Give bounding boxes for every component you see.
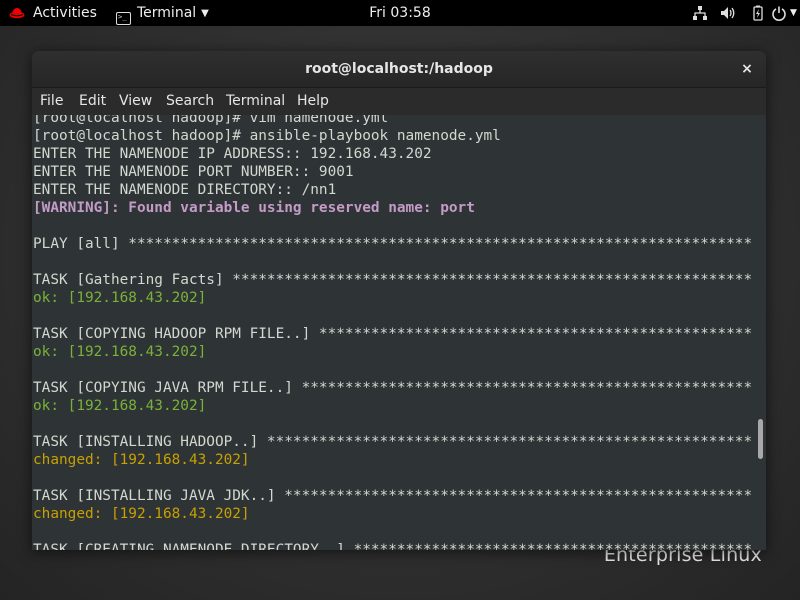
terminal-line: [WARNING]: Found variable using reserved… [33,200,475,216]
battery-icon[interactable] [750,5,766,21]
window-title: root@localhost:/hadoop [305,61,493,77]
redhat-icon [9,8,25,19]
terminal-line: ENTER THE NAMENODE IP ADDRESS:: 192.168.… [33,146,432,162]
clock-button[interactable]: Fri 03:58 [369,5,430,21]
terminal-text: [root@localhost hadoop]# vim namenode.ym… [33,115,753,550]
terminal-line: TASK [Gathering Facts] *****************… [33,272,753,288]
terminal-line: TASK [COPYING JAVA RPM FILE..] *********… [33,380,753,396]
menu-bar: File Edit View Search Terminal Help [32,88,766,115]
terminal-line: ok: [192.168.43.202] [33,290,207,306]
close-button[interactable]: × [738,60,756,78]
chevron-down-icon: ▼ [201,8,209,19]
network-icon[interactable] [692,5,708,21]
terminal-icon: >_ [116,12,131,25]
terminal-line: ok: [192.168.43.202] [33,344,207,360]
terminal-window: root@localhost:/hadoop × File Edit View … [32,51,766,550]
power-icon[interactable] [771,5,787,21]
activities-button[interactable]: Activities [33,0,97,26]
scrollbar[interactable] [754,115,766,550]
terminal-line: ok: [192.168.43.202] [33,398,207,414]
terminal-line: PLAY [all] *****************************… [33,236,753,252]
menu-edit[interactable]: Edit [79,88,106,115]
terminal-output[interactable]: [root@localhost hadoop]# vim namenode.ym… [32,115,766,550]
window-titlebar[interactable]: root@localhost:/hadoop × [32,51,766,88]
menu-view[interactable]: View [119,88,152,115]
terminal-line: TASK [COPYING HADOOP RPM FILE..] *******… [33,326,753,342]
terminal-line: ENTER THE NAMENODE PORT NUMBER:: 9001 [33,164,354,180]
terminal-line: changed: [192.168.43.202] [33,506,250,522]
top-bar: Activities >_ Terminal ▼ Fri 03:58 ▼ [0,0,800,26]
menu-search[interactable]: Search [166,88,214,115]
app-menu-button[interactable]: >_ Terminal ▼ [116,0,209,26]
app-menu-label: Terminal [137,5,197,21]
chevron-down-icon[interactable]: ▼ [790,0,797,26]
terminal-line: [root@localhost hadoop]# vim namenode.ym… [33,115,389,126]
menu-terminal[interactable]: Terminal [226,88,285,115]
terminal-line: TASK [INSTALLING HADOOP..] *************… [33,434,753,450]
scrollbar-thumb[interactable] [758,419,763,459]
terminal-line: TASK [INSTALLING JAVA JDK..] ***********… [33,488,753,504]
terminal-line: [root@localhost hadoop]# ansible-playboo… [33,128,501,144]
terminal-line: ENTER THE NAMENODE DIRECTORY:: /nn1 [33,182,337,198]
menu-file[interactable]: File [40,88,63,115]
terminal-line: changed: [192.168.43.202] [33,452,250,468]
menu-help[interactable]: Help [297,88,329,115]
terminal-line: TASK [CREATING NAMENODE DIRECTORY..] ***… [33,542,753,550]
volume-icon[interactable] [720,5,736,21]
